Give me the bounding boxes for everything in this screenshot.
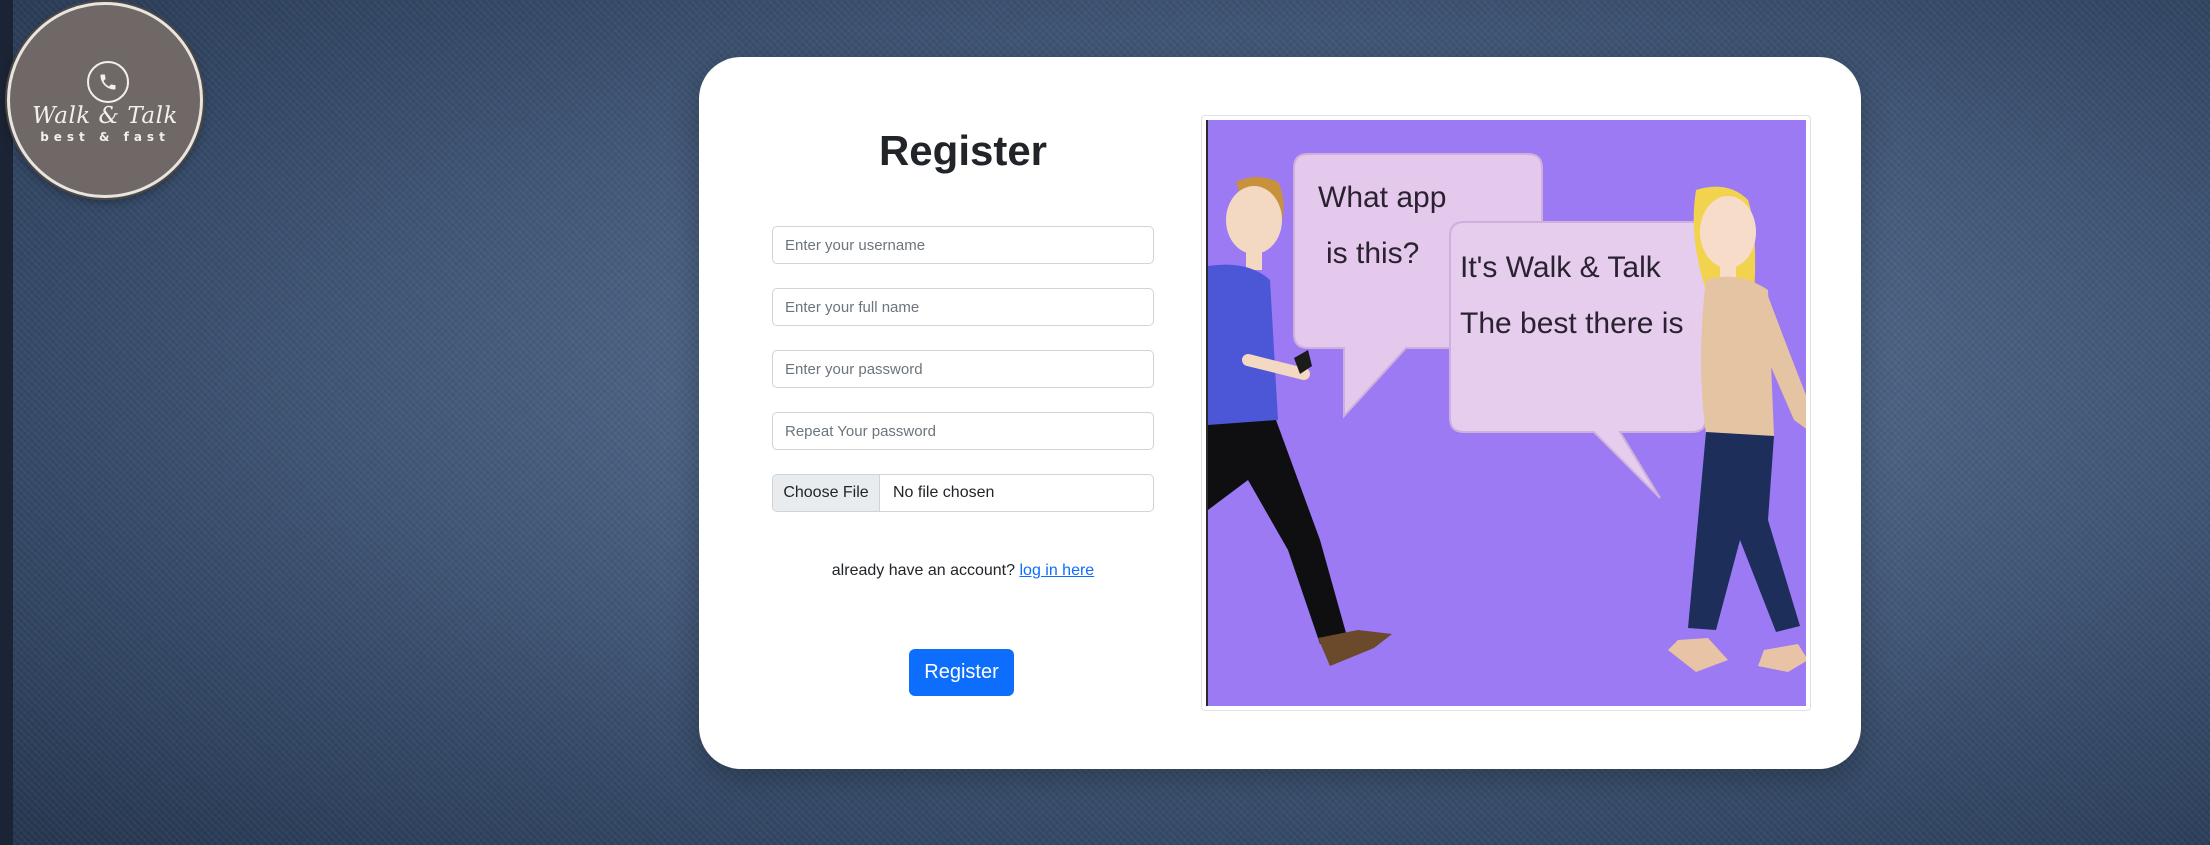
app-logo: Walk & Talk best & fast <box>7 2 203 198</box>
bubble-question-line1: What app <box>1318 181 1447 214</box>
username-input[interactable] <box>772 226 1154 264</box>
register-button[interactable]: Register <box>909 649 1014 696</box>
bubble-answer-line2: The best there is <box>1460 307 1684 340</box>
file-status-text: No file chosen <box>893 484 995 501</box>
illustration-frame: What app is this? It's Walk & Talk The b… <box>1201 115 1811 711</box>
bubble-question-line2: is this? <box>1326 237 1420 270</box>
phone-icon <box>87 61 129 103</box>
fullname-input[interactable] <box>772 288 1154 326</box>
chat-illustration: What app is this? It's Walk & Talk The b… <box>1206 120 1806 706</box>
logo-title: Walk & Talk <box>32 103 178 129</box>
login-prompt-text: already have an account? <box>831 562 1016 579</box>
password-input[interactable] <box>772 350 1154 388</box>
login-prompt-line: already have an account? log in here <box>772 562 1154 580</box>
avatar-file-input[interactable]: Choose File No file chosen <box>772 474 1154 512</box>
bubble-answer-line1: It's Walk & Talk <box>1460 251 1661 284</box>
logo-tagline: best & fast <box>40 130 170 144</box>
choose-file-button[interactable]: Choose File <box>773 475 880 511</box>
register-card: Register Choose File No file chosen alre… <box>699 57 1861 769</box>
walking-people-scene <box>1208 153 1806 672</box>
repeat-password-input[interactable] <box>772 412 1154 450</box>
page-title: Register <box>878 127 1048 174</box>
login-link[interactable]: log in here <box>1019 562 1094 579</box>
